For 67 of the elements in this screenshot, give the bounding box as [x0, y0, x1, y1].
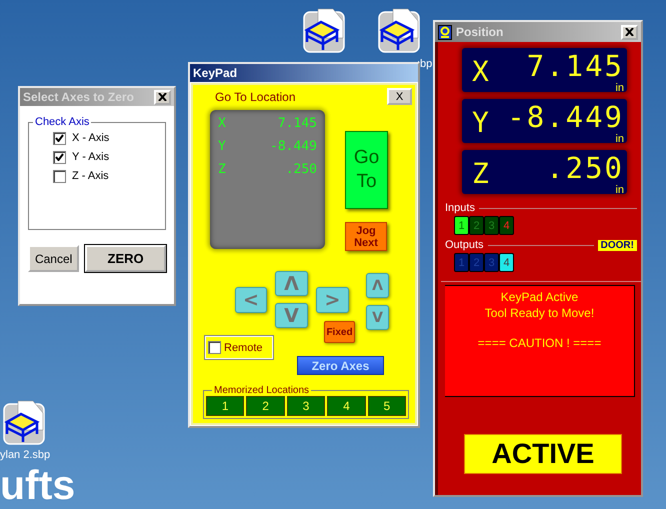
checkbox-label: Z - Axis [72, 170, 109, 182]
section-label: Inputs [445, 202, 475, 214]
jog-next-button[interactable]: Jog Next [345, 222, 387, 251]
location-button[interactable]: 5 [368, 396, 406, 416]
axis-label: Z [218, 162, 226, 177]
checkbox-label: Y - Axis [72, 151, 110, 163]
group-label: Check Axis [34, 116, 90, 128]
app-icon [438, 24, 452, 40]
unit-label: in [615, 134, 624, 145]
axis-value: -8.449 [507, 100, 624, 134]
wallpaper-text: ufts [0, 463, 76, 509]
unit-label: in [615, 83, 624, 94]
checkbox-label: X - Axis [72, 132, 110, 144]
axis-label: X [472, 55, 489, 88]
location-button[interactable]: 3 [286, 396, 326, 416]
remote-checkbox[interactable]: Remote [204, 335, 274, 360]
window-title: KeyPad [193, 66, 238, 80]
status-text: Tool Ready to Move! [484, 305, 594, 321]
close-button[interactable] [621, 24, 638, 40]
axis-value: .250 [546, 151, 624, 185]
input-indicator: 4 [499, 216, 514, 235]
zero-axes-button[interactable]: Zero Axes [297, 356, 384, 375]
axis-checkbox[interactable]: X - Axis [53, 130, 165, 146]
icon-label[interactable]: :bp [417, 58, 432, 70]
close-button[interactable]: X [387, 88, 412, 105]
output-indicator: 4 [499, 253, 514, 272]
axis-checkbox[interactable]: Y - Axis [53, 149, 165, 165]
input-indicator: 1 [454, 216, 469, 235]
unit-label: in [615, 185, 624, 196]
icon-label[interactable]: ylan 2.sbp [0, 449, 50, 461]
active-button[interactable]: ACTIVE [464, 434, 622, 474]
checkbox[interactable] [208, 341, 221, 354]
axis-value: .250 [286, 162, 317, 177]
zero-button[interactable]: ZERO [85, 245, 166, 272]
input-indicator: 2 [469, 216, 484, 235]
group-label: Memorized Locations [213, 385, 310, 396]
axis-label: Y [472, 106, 489, 139]
axis-checkbox[interactable]: Z - Axis [53, 168, 165, 184]
location-button[interactable]: 1 [206, 396, 244, 416]
section-label: Outputs [445, 239, 484, 251]
warning-text: ==== CAUTION ! ==== [478, 335, 602, 351]
fixed-button[interactable]: Fixed [324, 321, 355, 343]
door-badge: DOOR! [598, 240, 637, 250]
checkbox[interactable] [53, 150, 66, 164]
panel-heading: Go To Location [215, 90, 296, 104]
close-icon [625, 28, 634, 36]
window-title: Position [456, 25, 504, 39]
machine-file-icon[interactable] [303, 8, 345, 54]
input-indicator: 3 [484, 216, 499, 235]
cancel-button[interactable]: Cancel [28, 245, 80, 272]
axis-label: Z [472, 157, 489, 190]
location-button[interactable]: 2 [246, 396, 285, 416]
axis-value: 7.145 [526, 49, 624, 83]
close-icon [158, 93, 167, 101]
axis-label: X [218, 116, 226, 131]
checkbox[interactable] [53, 132, 66, 144]
close-button[interactable] [154, 90, 171, 104]
checkbox[interactable] [53, 170, 66, 182]
machine-file-icon[interactable] [378, 8, 420, 54]
machine-file-icon[interactable] [3, 400, 45, 446]
axis-value: -8.449 [270, 139, 317, 154]
go-to-button[interactable]: Go To [345, 131, 388, 209]
location-button[interactable]: 4 [327, 396, 366, 416]
axis-value: 7.145 [278, 116, 317, 131]
status-text: KeyPad Active [500, 289, 578, 305]
axis-label: Y [218, 139, 226, 154]
checkbox-label: Remote [224, 342, 263, 354]
